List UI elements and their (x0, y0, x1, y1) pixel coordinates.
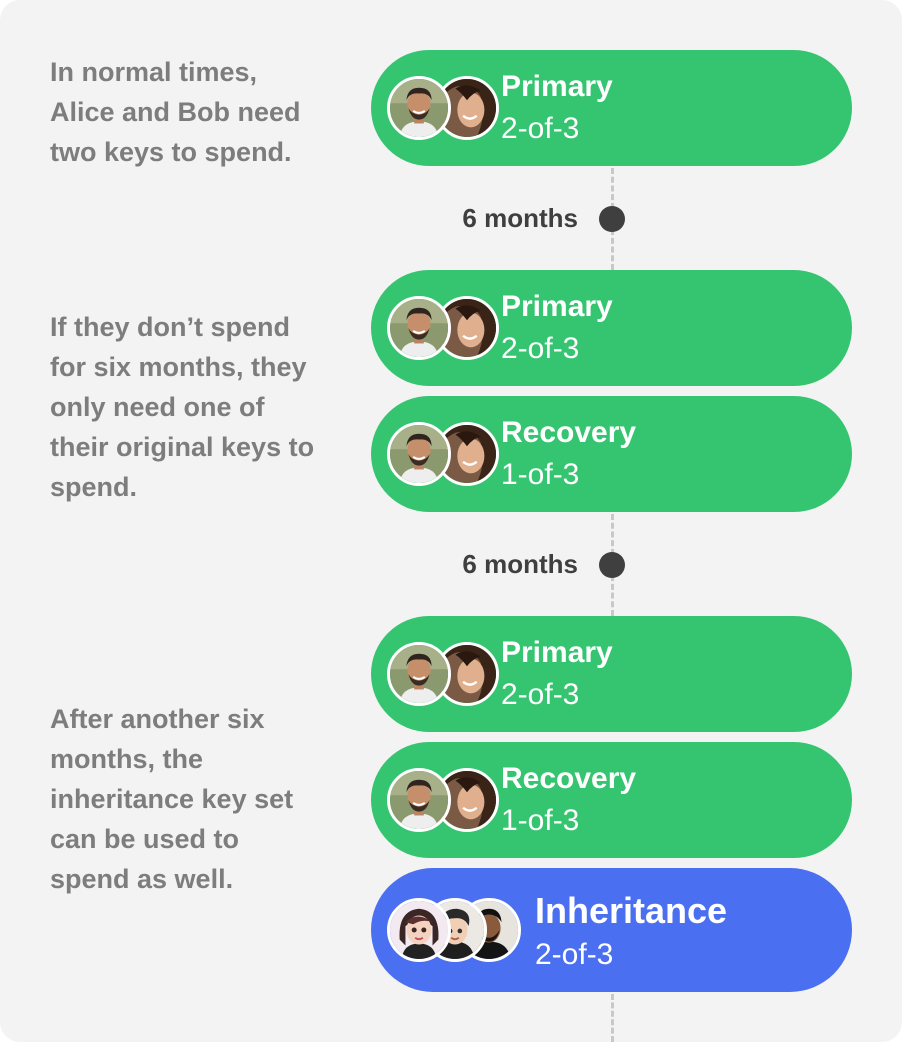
recovery-keyset-pill: Recovery 1-of-3 (371, 396, 852, 512)
description-line: two keys to spend. (50, 137, 292, 167)
keyset-title: Primary (501, 290, 613, 323)
bob-avatar (387, 296, 451, 360)
stage2-description: If they don’t spend for six months, they… (50, 307, 340, 507)
keyset-title: Recovery (501, 762, 637, 795)
description-line: After another six (50, 704, 265, 734)
keyset-quorum: 1-of-3 (501, 458, 580, 491)
keyset-quorum: 2-of-3 (501, 112, 580, 145)
description-line: only need one of (50, 392, 265, 422)
keyset-quorum: 2-of-3 (535, 938, 614, 971)
description-line: Alice and Bob need (50, 97, 301, 127)
bob-avatar (387, 768, 451, 832)
bob-avatar (387, 422, 451, 486)
interval-label: 6 months (462, 203, 578, 233)
keyset-quorum: 2-of-3 (501, 332, 580, 365)
description-line: If they don’t spend (50, 312, 290, 342)
timeline-connector (611, 994, 614, 1042)
keyset-quorum: 1-of-3 (501, 804, 580, 837)
keyset-title: Primary (501, 636, 613, 669)
inheritance-timeline-panel: 6 months 6 months In normal times, Alice… (0, 0, 902, 1042)
description-line: can be used to (50, 824, 240, 854)
stage1-description: In normal times, Alice and Bob need two … (50, 52, 340, 172)
timeline-dot (599, 206, 625, 232)
description-line: spend as well. (50, 864, 234, 894)
keyset-title: Primary (501, 70, 613, 103)
timeline-dot (599, 552, 625, 578)
stage3-description: After another six months, the inheritanc… (50, 699, 340, 899)
girl-heir-avatar (387, 898, 451, 962)
primary-keyset-pill: Primary 2-of-3 (371, 616, 852, 732)
bob-avatar (387, 642, 451, 706)
keyset-title: Recovery (501, 416, 637, 449)
description-line: their original keys to (50, 432, 315, 462)
keyset-title: Inheritance (535, 890, 728, 931)
inheritance-keyset-pill: Inheritance 2-of-3 (371, 868, 852, 992)
primary-keyset-pill: Primary 2-of-3 (371, 50, 852, 166)
recovery-keyset-pill: Recovery 1-of-3 (371, 742, 852, 858)
description-line: In normal times, (50, 57, 258, 87)
primary-keyset-pill: Primary 2-of-3 (371, 270, 852, 386)
description-line: months, the (50, 744, 203, 774)
interval-label: 6 months (462, 549, 578, 579)
description-line: inheritance key set (50, 784, 294, 814)
keyset-quorum: 2-of-3 (501, 678, 580, 711)
bob-avatar (387, 76, 451, 140)
description-line: spend. (50, 472, 138, 502)
description-line: for six months, they (50, 352, 307, 382)
